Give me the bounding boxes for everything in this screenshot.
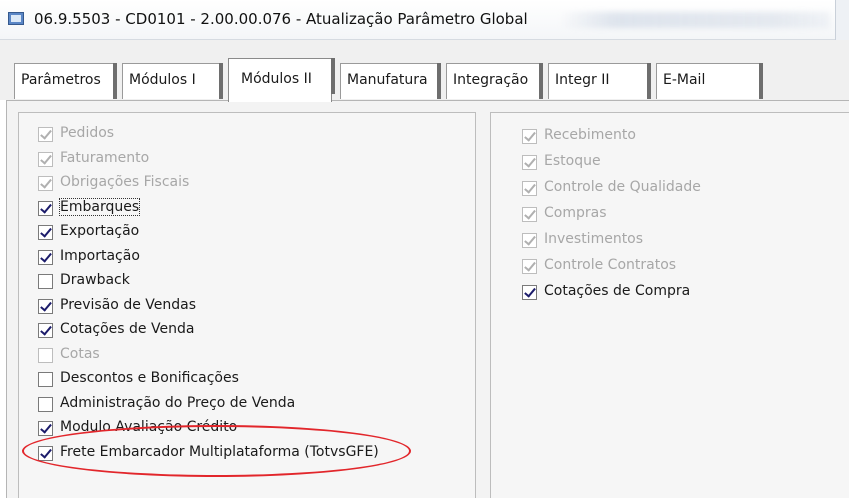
checkbox-box [38, 176, 53, 191]
checkbox-box[interactable] [38, 396, 53, 412]
tab-label: Módulos I [129, 72, 196, 88]
checkbox-box [38, 347, 53, 363]
checkbox-label: Controle Contratos [544, 257, 677, 273]
checkbox-label: Cotas [60, 345, 100, 362]
checkbox-box[interactable] [522, 285, 537, 300]
checkbox-label: Exportação [60, 223, 140, 239]
checkbox-label: Faturamento [60, 149, 150, 166]
tab-manufatura[interactable]: Manufatura [340, 63, 441, 99]
checkbox-label: Obrigações Fiscais [60, 174, 190, 190]
checkbox-box [38, 151, 53, 167]
checkbox-label: Cotações de Compra [544, 283, 691, 299]
tab-label: Módulos II [241, 71, 312, 87]
window-icon[interactable] [8, 12, 24, 25]
tab-label: Integração [453, 72, 529, 88]
tab-modulos-i[interactable]: Módulos I [122, 63, 223, 99]
checkbox-label: Importação [60, 247, 140, 264]
tab-label: Integr II [555, 72, 610, 88]
checkbox-label: Controle de Qualidade [544, 179, 701, 195]
highlight-ellipse [22, 425, 411, 477]
tab-label: E-Mail [663, 72, 706, 88]
blurred-menu-area [560, 12, 830, 28]
checkbox-box[interactable] [38, 225, 53, 240]
checkbox-box[interactable] [38, 249, 53, 265]
right-module-group [490, 112, 849, 498]
checkbox-label: Recebimento [544, 127, 636, 143]
tab-label: Manufatura [347, 72, 428, 88]
checkbox-box [522, 259, 537, 274]
tab-label: Parâmetros [21, 72, 101, 88]
window-title: 06.9.5503 - CD0101 - 2.00.00.076 - Atual… [34, 10, 528, 28]
window-edge [835, 0, 849, 40]
checkbox-label: Administração do Preço de Venda [60, 394, 296, 411]
tab-parametros[interactable]: Parâmetros [14, 63, 117, 99]
checkbox-label: Estoque [544, 153, 601, 169]
checkbox-box[interactable] [38, 323, 53, 338]
tab-integracao[interactable]: Integração [446, 63, 543, 99]
title-bar: 06.9.5503 - CD0101 - 2.00.00.076 - Atual… [0, 0, 849, 40]
checkbox-box [522, 233, 537, 248]
checkbox-box[interactable] [38, 274, 53, 289]
checkbox-label: Descontos e Bonificações [60, 370, 239, 386]
checkbox-box [38, 127, 53, 142]
checkbox-label: Investimentos [544, 231, 644, 247]
checkbox-label: Pedidos [60, 125, 115, 141]
checkbox-box[interactable] [38, 421, 53, 436]
checkbox-box [522, 129, 537, 144]
checkbox-box [522, 207, 537, 222]
checkbox-label: Embarques [58, 197, 141, 216]
checkbox-label: Drawback [60, 272, 130, 288]
tab-e-mail[interactable]: E-Mail [656, 63, 763, 99]
checkbox-box[interactable] [38, 200, 53, 216]
checkbox-box[interactable] [38, 372, 53, 387]
checkbox-label: Compras [544, 205, 607, 221]
tab-integr-ii[interactable]: Integr II [548, 63, 651, 99]
checkbox-box [522, 181, 537, 196]
checkbox-box[interactable] [38, 298, 53, 314]
checkbox-label: Cotações de Venda [60, 321, 195, 337]
checkbox-label: Previsão de Vendas [60, 296, 197, 313]
checkbox-box [522, 155, 537, 170]
tab-modulos-ii[interactable]: Módulos II [228, 58, 335, 102]
